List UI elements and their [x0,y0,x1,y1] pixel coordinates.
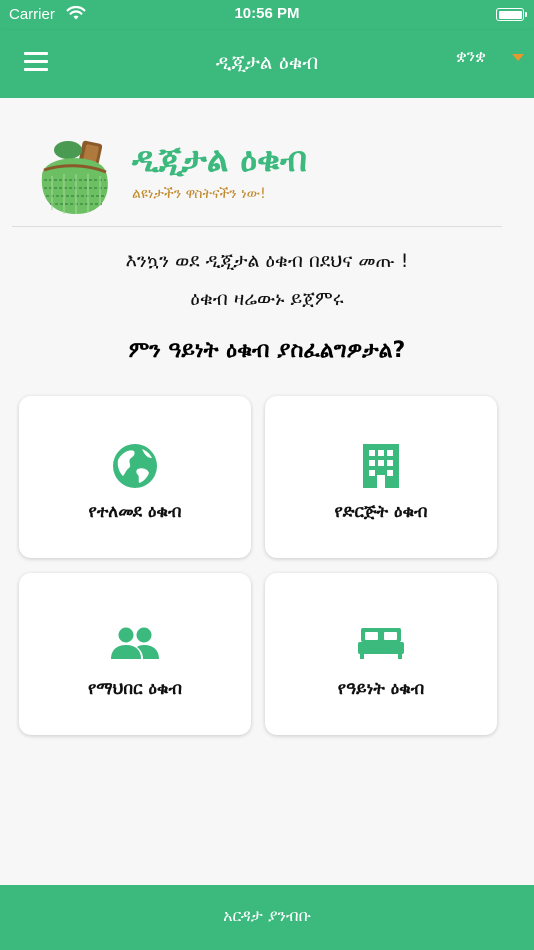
bed-icon [265,619,497,667]
battery-icon [496,8,527,21]
app-bar: ዲጂታል ዕቁብ ቋንቋ [0,30,534,98]
start-text: ዕቁብ ዛሬውኑ ይጀምሩ [190,288,344,310]
building-icon [265,442,497,490]
category-card-company[interactable]: የድርጅት ዕቁብ [265,396,497,558]
welcome-text: እንኳን ወደ ዲጂታል ዕቁብ በደህና መጡ ! [125,250,409,272]
category-label: የማህበር ዕቁብ [88,679,182,699]
globe-icon [19,442,251,490]
category-label: የተለመደ ዕቁብ [88,502,182,522]
app-title: ዲጂታል ዕቁብ [215,50,319,74]
brand-header: ዲጂታል ዕቁብ ልዩነታችን ዋስትናችን ነው! [38,136,458,216]
group-icon [19,619,251,667]
caret-down-icon[interactable] [512,54,524,61]
brand-tagline: ልዩነታችን ዋስትናችን ነው! [132,186,266,202]
main-content: ዲጂታል ዕቁብ ልዩነታችን ዋስትናችን ነው! እንኳን ወደ ዲጂታል … [0,98,534,885]
brand-title: ዲጂታል ዕቁብ [132,140,308,180]
category-label: የዓይነት ዕቁብ [337,679,425,699]
divider [12,226,502,227]
clock: 10:56 PM [234,5,300,22]
category-card-association[interactable]: የማህበር ዕቁብ [19,573,251,735]
status-bar: Carrier 10:56 PM [0,0,534,30]
category-label: የድርጅት ዕቁብ [334,502,428,522]
help-button[interactable]: አርዳታ ያንብቡ [0,885,534,950]
language-selector[interactable]: ቋንቋ [456,46,486,66]
category-card-item[interactable]: የዓይነት ዕቁብ [265,573,497,735]
question-heading: ምን ዓይነት ዕቁብ ያስፈልግዎታል? [128,338,406,363]
basket-logo-icon [38,136,118,222]
category-card-common[interactable]: የተለመደ ዕቁብ [19,396,251,558]
